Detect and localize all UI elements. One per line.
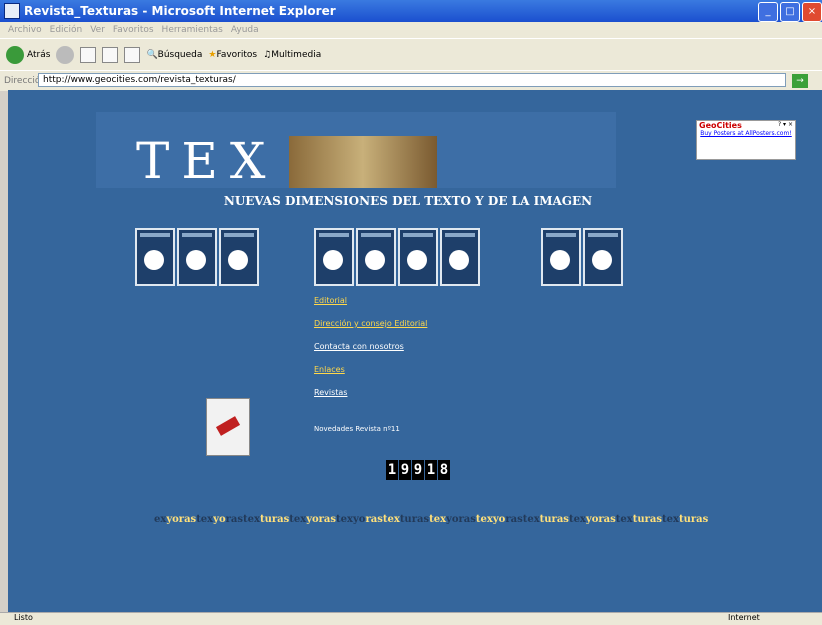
search-icon: 🔍: [146, 50, 158, 60]
cover-group-3: [541, 228, 623, 286]
close-button[interactable]: ×: [802, 2, 822, 22]
favorites-button[interactable]: ★ Favoritos: [208, 50, 257, 60]
nav-links: Editorial Dirección y consejo Editorial …: [314, 296, 427, 411]
menu-ver[interactable]: Ver: [90, 25, 105, 35]
link-contacta[interactable]: Contacta con nosotros: [314, 342, 427, 351]
home-button[interactable]: [124, 47, 141, 63]
go-button[interactable]: →: [792, 74, 808, 88]
address-url: http://www.geocities.com/revista_textura…: [43, 75, 236, 85]
geocities-ad: GeoCities ? ▾ × Buy Posters at AllPoster…: [696, 120, 796, 160]
cover-thumb[interactable]: [135, 228, 175, 286]
cover-thumb[interactable]: [219, 228, 259, 286]
counter-digit: 9: [399, 460, 411, 480]
cover-thumb[interactable]: [314, 228, 354, 286]
menu-ayuda[interactable]: Ayuda: [231, 25, 259, 35]
refresh-icon: [102, 47, 119, 63]
multimedia-button[interactable]: ♫ Multimedia: [263, 50, 321, 60]
cover-thumb[interactable]: [583, 228, 623, 286]
cover-thumb[interactable]: [440, 228, 480, 286]
title-bar: Revista_Texturas - Microsoft Internet Ex…: [0, 0, 822, 22]
address-bar: Dirección http://www.geocities.com/revis…: [0, 70, 822, 91]
maximize-button[interactable]: □: [780, 2, 800, 22]
cover-group-1: [135, 228, 259, 286]
multimedia-label: Multimedia: [271, 50, 322, 60]
link-revistas[interactable]: Revistas: [314, 388, 427, 397]
status-zone: Internet: [728, 613, 760, 622]
menu-edicion[interactable]: Edición: [50, 25, 83, 35]
multimedia-icon: ♫: [263, 50, 272, 60]
counter-digit: 9: [412, 460, 424, 480]
forward-arrow-icon: [56, 46, 75, 64]
banner-image: [289, 136, 437, 188]
home-icon: [124, 47, 141, 63]
toolbar: Atrás 🔍 Búsqueda ★ Favoritos ♫ Multimedi…: [0, 38, 822, 71]
cover-thumb[interactable]: [541, 228, 581, 286]
cover-thumb[interactable]: [356, 228, 396, 286]
cover-thumb[interactable]: [398, 228, 438, 286]
search-button[interactable]: 🔍 Búsqueda: [146, 50, 202, 60]
geocities-close-icon[interactable]: ? ▾ ×: [778, 121, 793, 128]
search-label: Búsqueda: [157, 50, 203, 60]
stop-button[interactable]: [80, 47, 97, 63]
counter-digit: 8: [438, 460, 450, 480]
back-arrow-icon: [6, 46, 24, 64]
stop-icon: [80, 47, 97, 63]
menu-archivo[interactable]: Archivo: [8, 25, 42, 35]
back-label: Atrás: [27, 50, 51, 60]
minimize-button[interactable]: _: [758, 2, 778, 22]
geocities-title: GeoCities: [699, 121, 742, 130]
counter-digit: 1: [425, 460, 437, 480]
banner: TEX RAS: [96, 112, 616, 190]
menu-bar: Archivo Edición Ver Favoritos Herramient…: [0, 22, 822, 38]
page-viewport: TEX RAS NUEVAS DIMENSIONES DEL TEXTO Y D…: [8, 90, 822, 612]
status-bar: Listo Internet: [0, 612, 822, 625]
address-input[interactable]: http://www.geocities.com/revista_textura…: [38, 73, 786, 87]
star-icon: ★: [208, 50, 217, 60]
counter-digit: 1: [386, 460, 398, 480]
news-text: Novedades Revista nº11: [314, 425, 400, 433]
link-direccion[interactable]: Dirección y consejo Editorial: [314, 319, 427, 328]
favorites-label: Favoritos: [216, 50, 258, 60]
geocities-ad-link[interactable]: Buy Posters at AllPosters.com!: [697, 130, 795, 138]
link-enlaces[interactable]: Enlaces: [314, 365, 427, 374]
refresh-button[interactable]: [102, 47, 119, 63]
back-button[interactable]: Atrás: [6, 46, 50, 64]
menu-favoritos[interactable]: Favoritos: [113, 25, 154, 35]
cover-thumb[interactable]: [177, 228, 217, 286]
link-editorial[interactable]: Editorial: [314, 296, 427, 305]
status-text: Listo: [14, 613, 33, 622]
menu-herramientas[interactable]: Herramientas: [162, 25, 223, 35]
hit-counter: 1 9 9 1 8: [386, 460, 451, 480]
window-title: Revista_Texturas - Microsoft Internet Ex…: [24, 4, 336, 18]
ie-window-icon: [4, 3, 20, 19]
news-thumbnail[interactable]: [206, 398, 250, 456]
forward-button[interactable]: [56, 46, 75, 64]
subtitle: NUEVAS DIMENSIONES DEL TEXTO Y DE LA IMA…: [223, 194, 593, 208]
cover-group-2: [314, 228, 480, 286]
ticker-text: exyorastexyorastexturastexyorastexyorast…: [154, 514, 709, 525]
